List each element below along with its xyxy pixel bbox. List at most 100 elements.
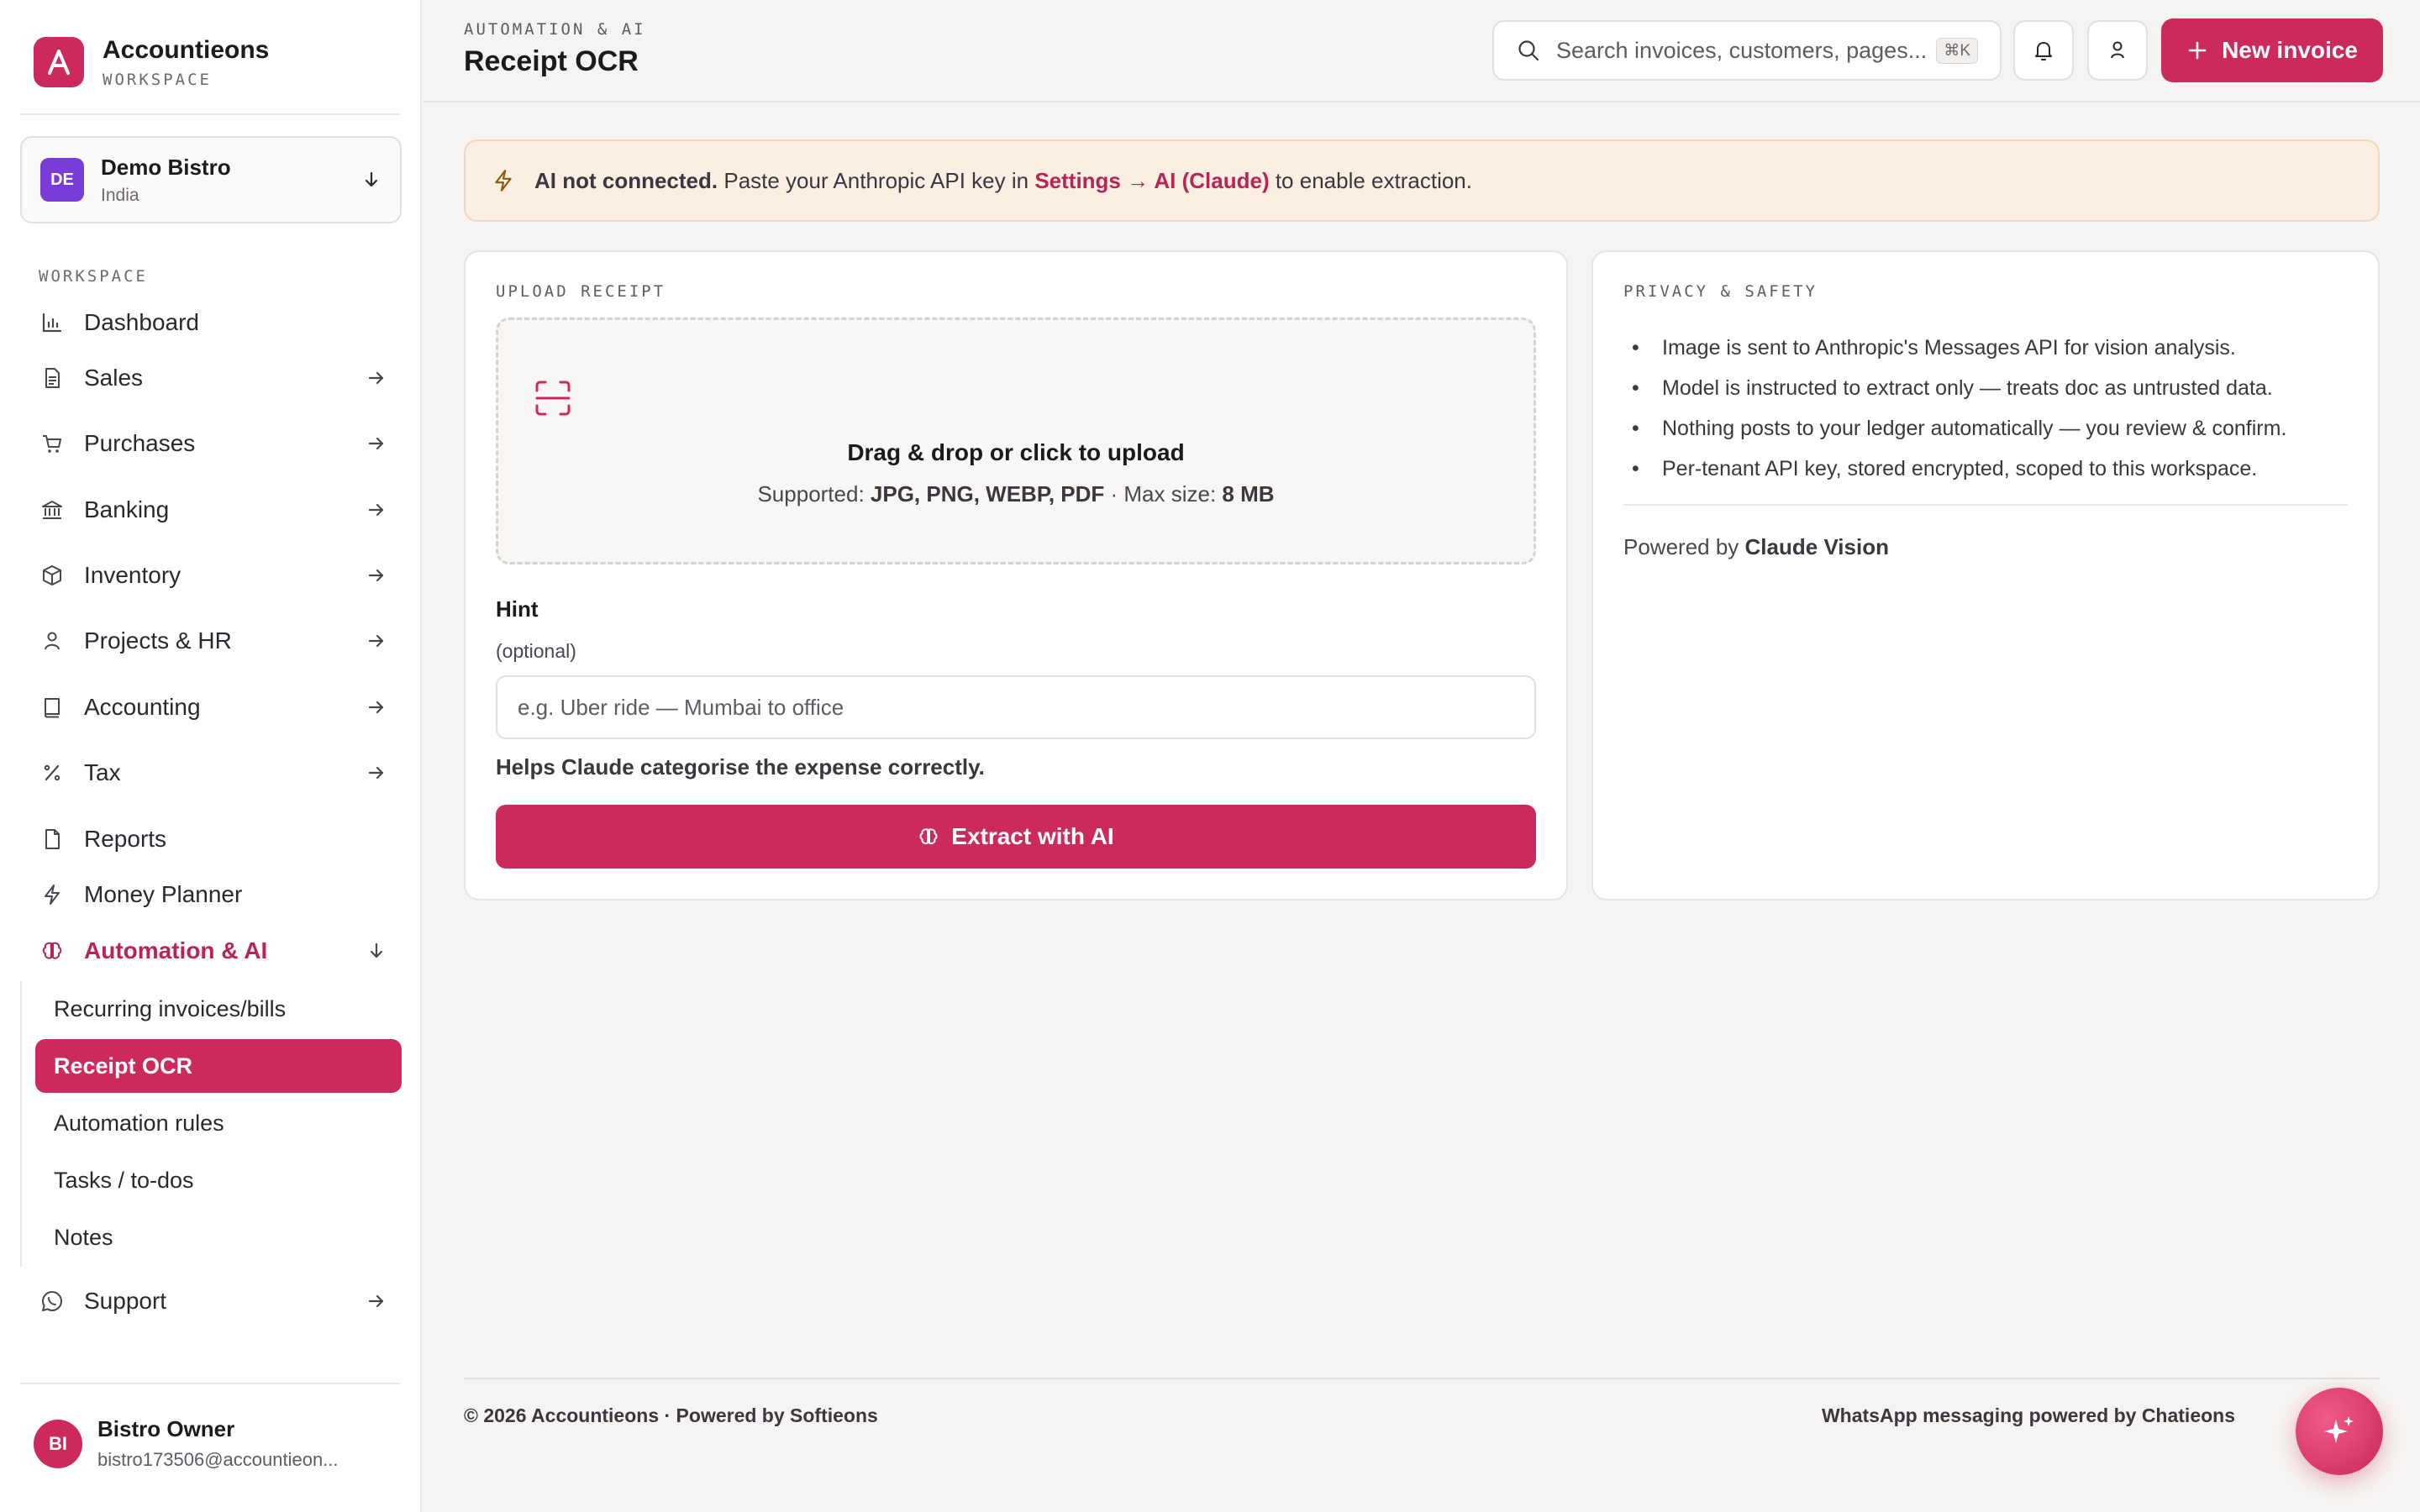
sidebar-item-sales[interactable]: Sales	[39, 357, 388, 399]
hint-help-text: Helps Claude categorise the expense corr…	[496, 754, 985, 780]
arrow-right-icon	[365, 696, 388, 719]
softieons-link[interactable]: Softieons	[790, 1404, 878, 1426]
arrow-right-icon	[365, 366, 388, 390]
brand[interactable]: Accountieons WORKSPACE	[34, 35, 269, 89]
sidebar-item-label: Purchases	[84, 430, 196, 456]
user-email: bistro173506@accountieon...	[97, 1449, 339, 1470]
alert-text-end: to enable extraction.	[1269, 167, 1472, 193]
person-icon	[39, 627, 66, 654]
extract-with-ai-button[interactable]: Extract with AI	[496, 805, 1536, 869]
alert-text: Paste your Anthropic API key in	[718, 167, 1035, 193]
sidebar-item-reports[interactable]: Reports	[39, 818, 388, 860]
page-title: Receipt OCR	[464, 45, 639, 77]
sidebar-item-label: Tax	[84, 759, 121, 785]
sidebar-item-money-planner[interactable]: Money Planner	[39, 874, 388, 916]
bolt-icon	[39, 881, 66, 908]
list-item: Model is instructed to extract only — tr…	[1623, 368, 2348, 408]
whatsapp-icon	[39, 1288, 66, 1315]
brand-name: Accountieons	[103, 36, 270, 64]
powered-by: Powered by Claude Vision	[1623, 534, 1889, 559]
sidebar-subitem-label: Automation rules	[54, 1110, 224, 1136]
arrow-right-icon	[365, 1289, 388, 1313]
search-input[interactable]	[1556, 37, 1937, 64]
privacy-points: Image is sent to Anthropic's Messages AP…	[1623, 328, 2348, 489]
sidebar-item-support[interactable]: Support	[39, 1280, 388, 1322]
sidebar-subitem-recurring[interactable]: Recurring invoices/bills	[35, 982, 402, 1036]
sidebar-item-projects-hr[interactable]: Projects & HR	[39, 620, 388, 662]
footer-divider	[464, 1378, 2380, 1379]
sidebar-item-accounting[interactable]: Accounting	[39, 686, 388, 728]
dropzone-subtitle: Supported: JPG, PNG, WEBP, PDF · Max siz…	[757, 481, 1275, 507]
sidebar-item-label: Sales	[84, 365, 144, 391]
privacy-safety-card: PRIVACY & SAFETY Image is sent to Anthro…	[1591, 250, 2380, 900]
sidebar-subitem-label: Recurring invoices/bills	[54, 995, 287, 1021]
plus-icon	[2186, 39, 2208, 61]
settings-link[interactable]: Settings → AI (Claude)	[1034, 168, 1269, 193]
sidebar-item-label: Accounting	[84, 694, 201, 720]
ai-not-connected-alert: AI not connected. Paste your Anthropic A…	[464, 139, 2380, 222]
document-icon	[39, 365, 66, 391]
org-avatar: DE	[40, 158, 84, 202]
footer-copyright: © 2026 Accountieons · Powered by Softieo…	[464, 1404, 878, 1426]
sidebar-item-label: Automation & AI	[84, 937, 268, 963]
sidebar-item-automation-ai[interactable]: Automation & AI	[39, 930, 388, 972]
percent-icon	[39, 759, 66, 786]
book-icon	[39, 694, 66, 721]
sidebar-item-label: Money Planner	[84, 881, 243, 907]
sidebar-item-tax[interactable]: Tax	[39, 752, 388, 794]
list-item: Image is sent to Anthropic's Messages AP…	[1623, 328, 2348, 368]
upload-dropzone[interactable]: Drag & drop or click to upload Supported…	[496, 318, 1536, 564]
sidebar-item-label: Dashboard	[84, 309, 199, 335]
sidebar-item-label: Projects & HR	[84, 627, 232, 654]
shortcut-badge: ⌘K	[1936, 37, 1978, 64]
arrow-right-icon	[365, 498, 388, 522]
footer-whatsapp-credit: WhatsApp messaging powered by Chatieons	[1821, 1404, 2235, 1426]
ai-assistant-button[interactable]	[2296, 1388, 2383, 1475]
list-item: Per-tenant API key, stored encrypted, sc…	[1623, 449, 2348, 489]
search-icon	[1516, 38, 1541, 63]
sidebar-subitem-notes[interactable]: Notes	[35, 1210, 402, 1264]
organization-switcher[interactable]: DE Demo Bistro India	[20, 136, 402, 223]
sidebar-item-label: Banking	[84, 496, 170, 522]
brand-logo-icon	[34, 37, 84, 87]
sparkle-icon	[2319, 1411, 2360, 1452]
arrow-down-icon	[365, 939, 388, 963]
hint-input[interactable]	[496, 675, 1536, 739]
avatar: BI	[34, 1419, 82, 1468]
box-icon	[39, 562, 66, 589]
sidebar: Accountieons WORKSPACE DE Demo Bistro In…	[0, 0, 422, 1512]
notifications-button[interactable]	[2013, 20, 2074, 81]
bank-icon	[39, 496, 66, 523]
file-icon	[39, 826, 66, 853]
user-name: Bistro Owner	[97, 1416, 235, 1441]
arrow-right-icon	[365, 564, 388, 587]
sidebar-subitem-automation-rules[interactable]: Automation rules	[35, 1096, 402, 1150]
global-search[interactable]: ⌘K	[1492, 20, 2002, 81]
profile-button[interactable]	[2087, 20, 2148, 81]
submenu-guide	[20, 981, 22, 1267]
card-title: PRIVACY & SAFETY	[1623, 282, 1818, 301]
sidebar-subitem-label: Notes	[54, 1224, 113, 1250]
sidebar-item-label: Support	[84, 1288, 167, 1314]
sidebar-item-banking[interactable]: Banking	[39, 489, 388, 531]
sidebar-subitem-receipt-ocr[interactable]: Receipt OCR	[35, 1039, 402, 1093]
breadcrumb: AUTOMATION & AI	[464, 20, 646, 39]
upload-receipt-card: UPLOAD RECEIPT Drag & drop or click to u…	[464, 250, 1568, 900]
sidebar-item-purchases[interactable]: Purchases	[39, 423, 388, 465]
brand-subtitle: WORKSPACE	[103, 71, 212, 89]
chatieons-link[interactable]: Chatieons	[2142, 1404, 2235, 1426]
arrow-right-icon	[365, 761, 388, 785]
alert-strong: AI not connected.	[534, 167, 718, 193]
divider	[1623, 504, 2348, 506]
sidebar-subitem-tasks[interactable]: Tasks / to-dos	[35, 1153, 402, 1207]
user-icon	[2105, 38, 2130, 63]
new-invoice-button[interactable]: New invoice	[2161, 18, 2383, 82]
arrow-down-icon	[361, 170, 381, 190]
sidebar-subitem-label: Receipt OCR	[54, 1053, 193, 1079]
sidebar-item-inventory[interactable]: Inventory	[39, 554, 388, 596]
section-label: WORKSPACE	[39, 267, 148, 286]
brain-icon	[39, 937, 66, 964]
user-menu[interactable]: BI Bistro Owner bistro173506@accountieon…	[34, 1416, 339, 1471]
sidebar-item-dashboard[interactable]: Dashboard	[39, 302, 388, 344]
brain-icon	[918, 826, 939, 848]
